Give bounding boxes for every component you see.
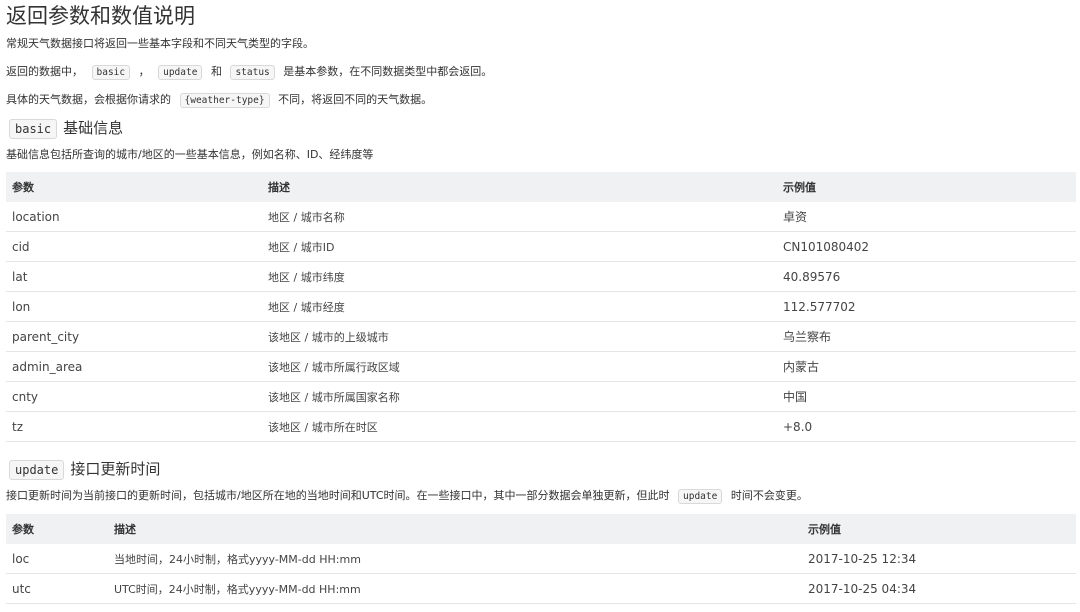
intro-separator: ， [138,65,150,78]
header-param: 参数 [6,172,262,202]
update-section-code: update [9,460,65,480]
param-cell: admin_area [6,351,262,382]
code-update: update [158,65,203,80]
header-example: 示例值 [802,514,1076,544]
update-table-header: 参数 描述 示例值 [6,514,1076,544]
table-row: cid 地区 / 城市ID CN101080402 [6,231,1076,262]
description-cell: 该地区 / 城市所在时区 [262,411,777,442]
example-cell: 乌兰察布 [777,321,1076,352]
code-weather-type: {weather-type} [179,93,270,108]
header-description: 描述 [108,514,802,544]
description-cell: 地区 / 城市名称 [262,202,777,232]
table-row: utc UTC时间，24小时制，格式yyyy-MM-dd HH:mm 2017-… [6,573,1076,604]
update-section-title: 接口更新时间 [70,460,161,478]
update-description-suffix: 时间不会变更。 [730,489,808,502]
param-cell: cid [6,231,262,262]
example-cell: +8.0 [777,411,1076,442]
update-section-heading: update 接口更新时间 [9,458,160,481]
example-cell: 40.89576 [777,261,1076,292]
code-basic: basic [91,65,131,80]
update-table: 参数 描述 示例值 loc 当地时间，24小时制，格式yyyy-MM-dd HH… [6,514,1076,604]
description-cell: UTC时间，24小时制，格式yyyy-MM-dd HH:mm [108,573,802,604]
param-cell: cnty [6,381,262,412]
description-cell: 该地区 / 城市所属行政区域 [262,351,777,382]
param-cell: location [6,202,262,232]
basic-section-title: 基础信息 [63,119,124,137]
example-cell: 2017-10-25 12:34 [802,544,1076,574]
example-cell: 2017-10-25 04:34 [802,573,1076,604]
code-status: status [230,65,275,80]
example-cell: CN101080402 [777,231,1076,262]
description-cell: 地区 / 城市经度 [262,291,777,322]
page-title: 返回参数和数值说明 [6,4,195,28]
intro-line-2-suffix: 是基本参数，在不同数据类型中都会返回。 [283,65,493,78]
table-row: lon 地区 / 城市经度 112.577702 [6,291,1076,322]
intro-line-3: 具体的天气数据，会根据你请求的 {weather-type} 不同，将返回不同的… [6,92,432,109]
table-row: parent_city 该地区 / 城市的上级城市 乌兰察布 [6,321,1076,352]
update-section-description: 接口更新时间为当前接口的更新时间，包括城市/地区所在地的当地时间和UTC时间。在… [6,488,808,505]
intro-line-2: 返回的数据中， basic ， update 和 status 是基本参数，在不… [6,64,492,81]
description-cell: 地区 / 城市ID [262,231,777,262]
param-cell: lat [6,261,262,292]
description-cell: 当地时间，24小时制，格式yyyy-MM-dd HH:mm [108,544,802,574]
intro-line-3-prefix: 具体的天气数据，会根据你请求的 [6,93,171,106]
header-param: 参数 [6,514,108,544]
intro-line-3-suffix: 不同，将返回不同的天气数据。 [278,93,433,106]
param-cell: tz [6,411,262,442]
table-row: location 地区 / 城市名称 卓资 [6,202,1076,232]
header-example: 示例值 [777,172,1076,202]
param-cell: parent_city [6,321,262,352]
param-cell: utc [6,573,108,604]
example-cell: 112.577702 [777,291,1076,322]
intro-line-1: 常规天气数据接口将返回一些基本字段和不同天气类型的字段。 [6,37,314,50]
intro-line-2-prefix: 返回的数据中， [6,65,83,78]
table-row: loc 当地时间，24小时制，格式yyyy-MM-dd HH:mm 2017-1… [6,544,1076,574]
description-cell: 该地区 / 城市的上级城市 [262,321,777,352]
basic-table-header: 参数 描述 示例值 [6,172,1076,202]
description-cell: 地区 / 城市纬度 [262,261,777,292]
table-row: cnty 该地区 / 城市所属国家名称 中国 [6,381,1076,412]
table-row: admin_area 该地区 / 城市所属行政区域 内蒙古 [6,351,1076,382]
example-cell: 内蒙古 [777,351,1076,382]
basic-section-description: 基础信息包括所查询的城市/地区的一些基本信息，例如名称、ID、经纬度等 [6,148,374,161]
table-row: lat 地区 / 城市纬度 40.89576 [6,261,1076,292]
basic-table: 参数 描述 示例值 location 地区 / 城市名称 卓资 cid 地区 /… [6,172,1076,442]
example-cell: 卓资 [777,202,1076,232]
param-cell: loc [6,544,108,574]
code-update-inline: update [678,489,723,504]
basic-section-code: basic [9,119,58,139]
description-cell: 该地区 / 城市所属国家名称 [262,381,777,412]
intro-separator: 和 [210,65,222,78]
update-description-prefix: 接口更新时间为当前接口的更新时间，包括城市/地区所在地的当地时间和UTC时间。在… [6,489,670,502]
basic-section-heading: basic 基础信息 [9,117,123,140]
header-description: 描述 [262,172,777,202]
example-cell: 中国 [777,381,1076,412]
table-row: tz 该地区 / 城市所在时区 +8.0 [6,411,1076,442]
param-cell: lon [6,291,262,322]
